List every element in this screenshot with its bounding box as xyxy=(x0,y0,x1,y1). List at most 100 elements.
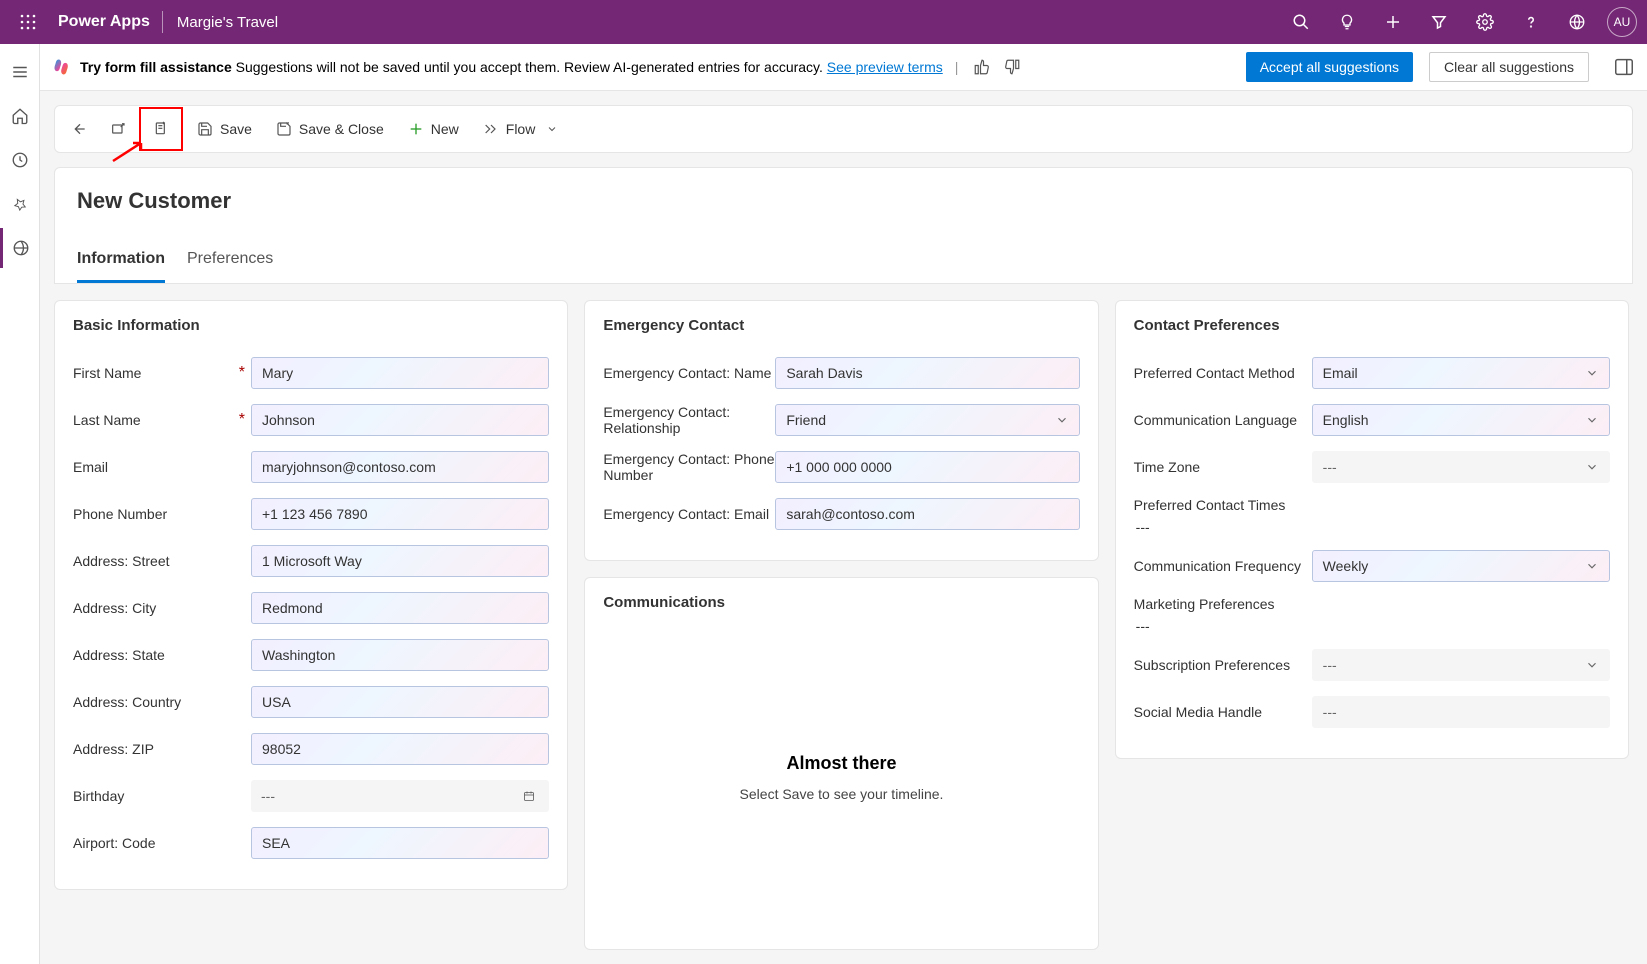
communications-empty-text: Select Save to see your timeline. xyxy=(623,786,1059,802)
social-label: Social Media Handle xyxy=(1134,704,1312,720)
tab-list: Information Preferences xyxy=(77,250,1610,283)
contact-times-label: Preferred Contact Times xyxy=(1134,497,1286,513)
birthday-label: Birthday xyxy=(73,788,251,804)
ec-email-input[interactable] xyxy=(775,498,1079,530)
gear-icon[interactable] xyxy=(1463,0,1507,44)
ec-phone-label: Emergency Contact: Phone Number xyxy=(603,451,775,483)
pinned-icon[interactable] xyxy=(0,184,40,224)
new-button[interactable]: New xyxy=(398,113,469,145)
email-input[interactable] xyxy=(251,451,549,483)
ec-name-input[interactable] xyxy=(775,357,1079,389)
chevron-down-icon xyxy=(546,123,558,135)
help-icon[interactable] xyxy=(1509,0,1553,44)
ec-relationship-select[interactable]: Friend xyxy=(775,404,1079,436)
contact-method-label: Preferred Contact Method xyxy=(1134,365,1312,381)
frequency-select[interactable]: Weekly xyxy=(1312,550,1610,582)
phone-label: Phone Number xyxy=(73,506,251,522)
frequency-label: Communication Frequency xyxy=(1134,558,1312,574)
last-name-input[interactable] xyxy=(251,404,549,436)
state-label: Address: State xyxy=(73,647,251,663)
clear-all-button[interactable]: Clear all suggestions xyxy=(1429,52,1589,82)
country-input[interactable] xyxy=(251,686,549,718)
subscription-select[interactable]: --- xyxy=(1312,649,1610,681)
social-input[interactable]: --- xyxy=(1312,696,1610,728)
basic-information-section: Basic Information First Name* Last Name*… xyxy=(54,300,568,890)
zip-input[interactable] xyxy=(251,733,549,765)
section-title: Basic Information xyxy=(73,317,549,334)
page-title: New Customer xyxy=(77,188,1610,214)
copilot-panel-icon[interactable] xyxy=(1613,56,1635,78)
section-title: Contact Preferences xyxy=(1134,317,1610,334)
main-area: Try form fill assistance Suggestions wil… xyxy=(40,44,1647,964)
timezone-label: Time Zone xyxy=(1134,459,1312,475)
left-rail xyxy=(0,44,40,964)
back-button[interactable] xyxy=(63,113,97,145)
contact-preferences-section: Contact Preferences Preferred Contact Me… xyxy=(1115,300,1629,759)
search-icon[interactable] xyxy=(1279,0,1323,44)
street-label: Address: Street xyxy=(73,553,251,569)
app-title: Power Apps xyxy=(46,13,162,31)
lightbulb-icon[interactable] xyxy=(1325,0,1369,44)
hamburger-icon[interactable] xyxy=(0,52,40,92)
emergency-contact-section: Emergency Contact Emergency Contact: Nam… xyxy=(584,300,1098,561)
accept-all-button[interactable]: Accept all suggestions xyxy=(1246,52,1413,82)
avatar[interactable]: AU xyxy=(1607,7,1637,37)
app-launcher-icon[interactable] xyxy=(10,4,46,40)
last-name-label: Last Name xyxy=(73,412,141,428)
filter-icon[interactable] xyxy=(1417,0,1461,44)
ec-phone-input[interactable] xyxy=(775,451,1079,483)
section-title: Communications xyxy=(603,594,1079,611)
add-icon[interactable] xyxy=(1371,0,1415,44)
entity-icon[interactable] xyxy=(0,228,40,268)
recent-icon[interactable] xyxy=(0,140,40,180)
airport-input[interactable] xyxy=(251,827,549,859)
country-label: Address: Country xyxy=(73,694,251,710)
zip-label: Address: ZIP xyxy=(73,741,251,757)
share-icon[interactable] xyxy=(1555,0,1599,44)
timezone-select[interactable]: --- xyxy=(1312,451,1610,483)
street-input[interactable] xyxy=(251,545,549,577)
flow-button[interactable]: Flow xyxy=(473,113,569,145)
first-name-input[interactable] xyxy=(251,357,549,389)
ec-name-label: Emergency Contact: Name xyxy=(603,365,775,381)
tab-preferences[interactable]: Preferences xyxy=(187,250,273,283)
marketing-value: --- xyxy=(1134,618,1150,634)
communications-section: Communications Almost there Select Save … xyxy=(584,577,1098,950)
form-header: New Customer Information Preferences xyxy=(54,167,1633,284)
preview-terms-link[interactable]: See preview terms xyxy=(827,59,943,75)
topbar-actions: AU xyxy=(1279,0,1637,44)
ec-relationship-label: Emergency Contact: Relationship xyxy=(603,404,775,436)
city-input[interactable] xyxy=(251,592,549,624)
phone-input[interactable] xyxy=(251,498,549,530)
city-label: Address: City xyxy=(73,600,251,616)
banner-text: Try form fill assistance Suggestions wil… xyxy=(80,59,943,75)
marketing-label: Marketing Preferences xyxy=(1134,596,1275,612)
save-close-button[interactable]: Save & Close xyxy=(266,113,394,145)
save-button[interactable]: Save xyxy=(187,113,262,145)
copilot-icon xyxy=(52,57,72,77)
calendar-icon xyxy=(523,788,539,804)
first-name-label: First Name xyxy=(73,365,141,381)
contact-method-select[interactable]: Email xyxy=(1312,357,1610,389)
home-icon[interactable] xyxy=(0,96,40,136)
suggestion-banner: Try form fill assistance Suggestions wil… xyxy=(40,44,1647,91)
form-fill-assist-button[interactable] xyxy=(144,113,178,145)
command-bar: Save Save & Close New Flow xyxy=(54,105,1633,153)
section-title: Emergency Contact xyxy=(603,317,1079,334)
birthday-input[interactable]: --- xyxy=(251,780,549,812)
contact-times-value: --- xyxy=(1134,519,1150,535)
highlighted-button-callout xyxy=(139,107,183,151)
red-arrow-icon xyxy=(111,139,147,163)
email-label: Email xyxy=(73,459,251,475)
airport-label: Airport: Code xyxy=(73,835,251,851)
ec-email-label: Emergency Contact: Email xyxy=(603,506,775,522)
language-select[interactable]: English xyxy=(1312,404,1610,436)
communications-empty-heading: Almost there xyxy=(623,753,1059,774)
environment-name: Margie's Travel xyxy=(163,14,292,31)
tab-information[interactable]: Information xyxy=(77,250,165,283)
state-input[interactable] xyxy=(251,639,549,671)
topbar: Power Apps Margie's Travel AU xyxy=(0,0,1647,44)
thumbs-up-icon[interactable] xyxy=(970,55,994,79)
thumbs-down-icon[interactable] xyxy=(1000,55,1024,79)
subscription-label: Subscription Preferences xyxy=(1134,657,1312,673)
